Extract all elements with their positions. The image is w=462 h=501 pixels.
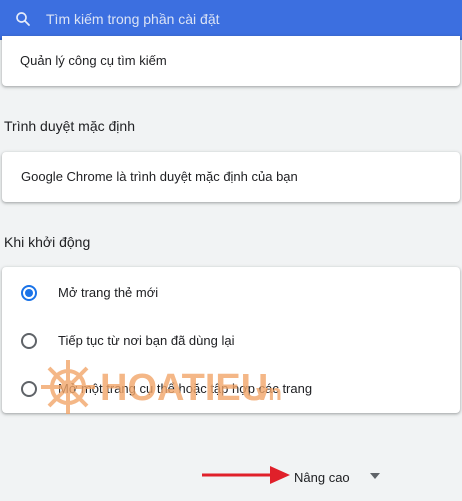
radio-button-checked[interactable] [21,285,37,301]
search-engine-card: Quản lý công cụ tìm kiếm [2,36,460,86]
search-icon[interactable] [14,10,32,28]
search-input[interactable] [46,9,426,29]
default-browser-card: Google Chrome là trình duyệt mặc định củ… [2,152,460,202]
startup-option-specific-pages[interactable]: Mở một trang cụ thể hoặc tập hợp các tra… [2,364,460,412]
radio-label: Mở một trang cụ thể hoặc tập hợp các tra… [58,381,313,396]
default-browser-status: Google Chrome là trình duyệt mặc định củ… [21,169,298,184]
startup-option-continue[interactable]: Tiếp tục từ nơi bạn đã dùng lại [2,316,460,364]
on-startup-card: Mở trang thẻ mới Tiếp tục từ nơi bạn đã … [2,267,460,413]
advanced-label: Nâng cao [294,469,350,485]
radio-label: Mở trang thẻ mới [58,285,159,300]
chevron-down-icon[interactable] [370,473,380,479]
radio-button[interactable] [21,381,37,397]
startup-option-new-tab[interactable]: Mở trang thẻ mới [2,268,460,316]
advanced-toggle[interactable]: Nâng cao [294,467,350,487]
radio-label: Tiếp tục từ nơi bạn đã dùng lại [58,333,235,348]
manage-search-engines-link[interactable]: Quản lý công cụ tìm kiếm [20,53,167,68]
search-bar [0,0,462,38]
default-browser-title: Trình duyệt mặc định [4,118,135,134]
on-startup-title: Khi khởi động [4,234,91,250]
radio-button[interactable] [21,333,37,349]
arrow-right-icon [202,466,290,484]
